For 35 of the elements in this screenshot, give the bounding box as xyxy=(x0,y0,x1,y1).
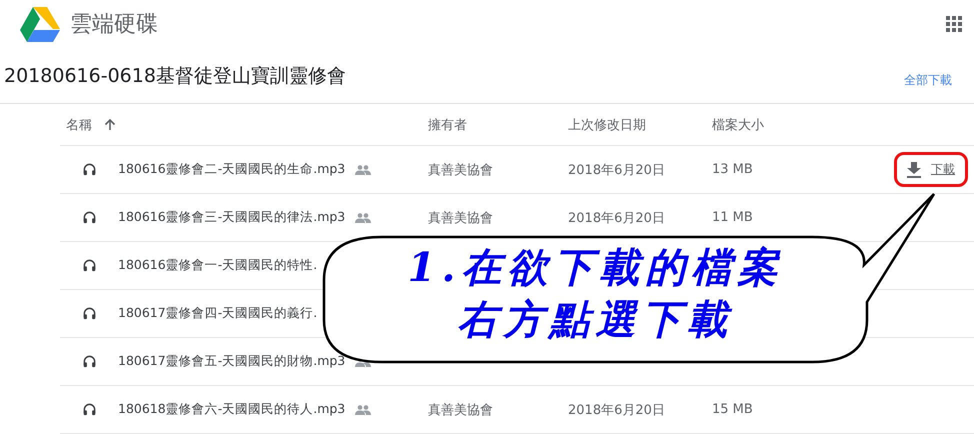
file-name[interactable]: 180617靈修會四-天國國民的義行. xyxy=(118,305,318,322)
headphones-icon xyxy=(82,307,96,320)
owner-text: 真善美協會 xyxy=(428,162,493,178)
headphones-icon xyxy=(82,403,96,416)
app-title: 雲端硬碟 xyxy=(70,11,158,39)
download-link[interactable]: 下載 xyxy=(907,161,955,178)
column-header[interactable]: 上次修改日期 xyxy=(568,116,646,134)
owner-text: 真善美協會 xyxy=(428,210,493,226)
column-header[interactable]: 擁有者 xyxy=(428,116,467,134)
file-size: 15 MB xyxy=(712,402,753,417)
sort-arrow-icon[interactable] xyxy=(104,118,116,130)
file-name[interactable]: 180618靈修會六-天國國民的待人.mp3 xyxy=(118,401,346,418)
headphones-icon xyxy=(82,355,96,368)
folder-title: 20180616-0618基督徒登山寶訓靈修會 xyxy=(4,64,346,88)
column-header[interactable]: 名稱 xyxy=(66,116,92,134)
file-size: 11 MB xyxy=(712,210,753,225)
owner-text: 真善美協會 xyxy=(428,402,493,418)
drive-logo-icon xyxy=(20,6,60,42)
file-name[interactable]: 180616靈修會二-天國國民的生命.mp3 xyxy=(118,161,346,178)
modified-date: 2018年6月20日 xyxy=(568,162,665,178)
download-icon xyxy=(907,162,921,178)
modified-date: 2018年6月20日 xyxy=(568,402,665,418)
headphones-icon xyxy=(82,211,96,224)
file-name[interactable]: 180617靈修會五-天國國民的財物.mp3 xyxy=(118,353,346,370)
callout-text: 1.在欲下載的檔案 xyxy=(408,243,784,293)
apps-grid-icon[interactable] xyxy=(946,16,962,32)
file-size: 13 MB xyxy=(712,162,753,177)
callout-text: 右方點選下載 xyxy=(458,295,734,345)
download-all-link[interactable]: 全部下載 xyxy=(904,72,952,89)
file-name[interactable]: 180616靈修會一-天國國民的特性. xyxy=(118,257,318,274)
modified-date: 2018年6月20日 xyxy=(568,210,665,226)
column-header[interactable]: 檔案大小 xyxy=(712,116,764,134)
headphones-icon xyxy=(82,259,96,272)
file-name[interactable]: 180616靈修會三-天國國民的律法.mp3 xyxy=(118,209,346,226)
headphones-icon xyxy=(82,163,96,176)
